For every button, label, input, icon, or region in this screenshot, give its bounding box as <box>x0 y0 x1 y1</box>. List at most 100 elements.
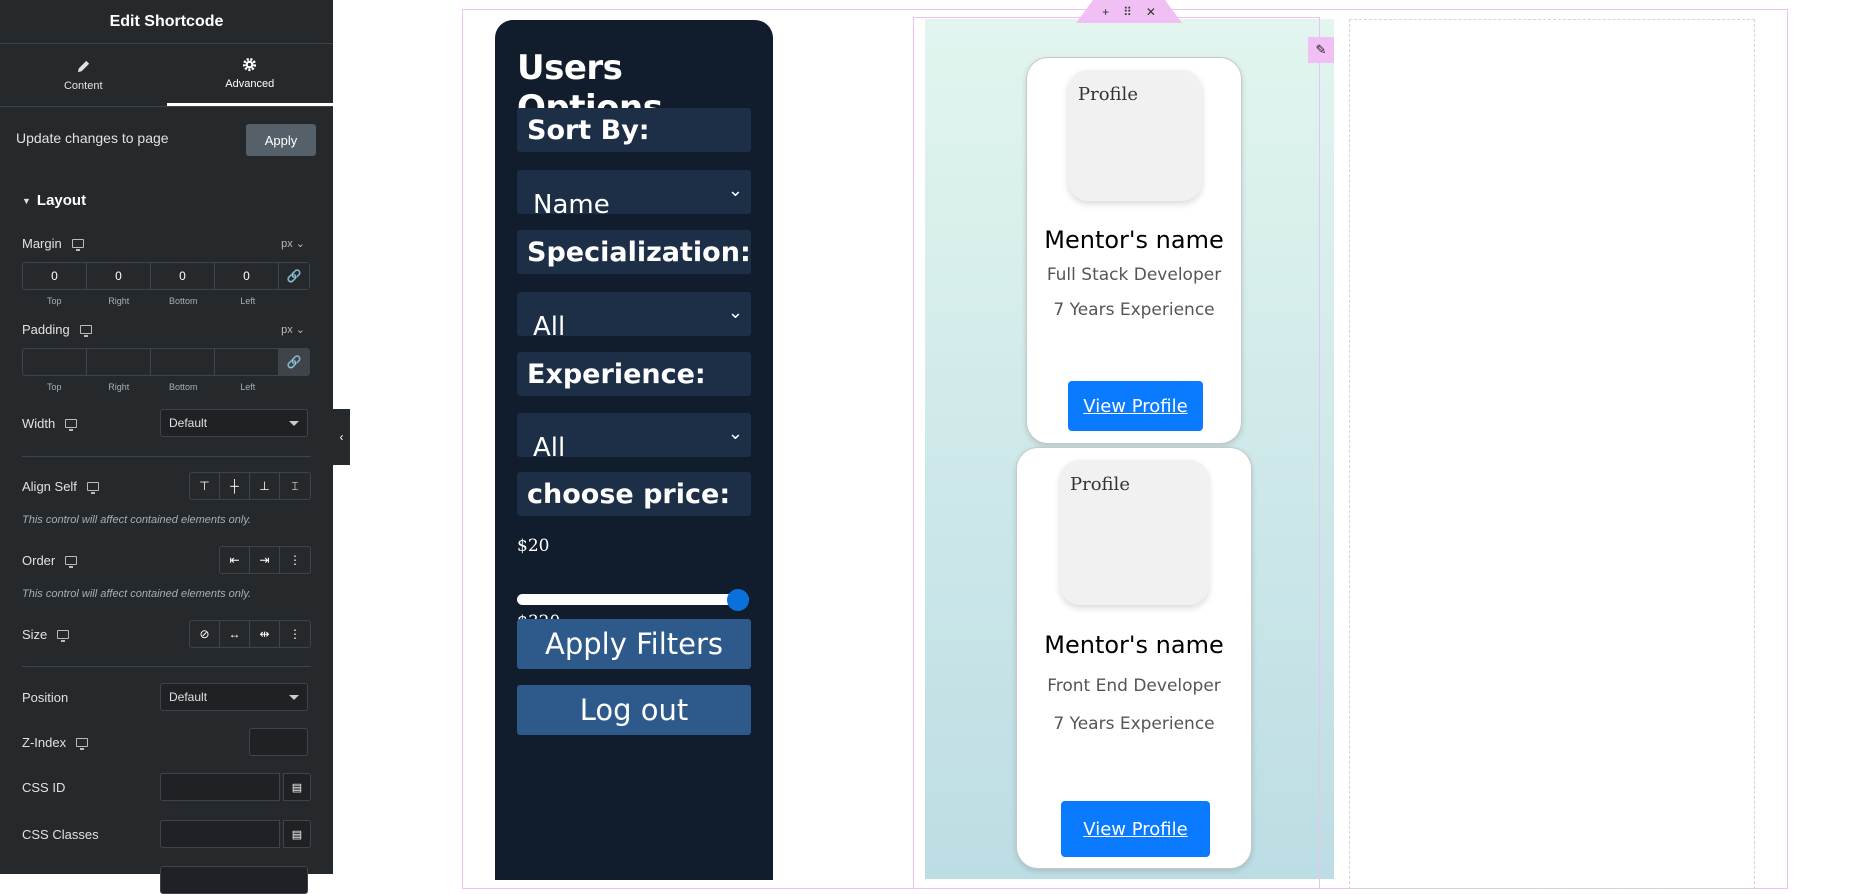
dynamic-tags-icon[interactable]: ▤ <box>283 773 311 801</box>
price-label: choose price: <box>517 472 751 516</box>
desktop-icon[interactable] <box>65 556 78 568</box>
width-select[interactable]: Default <box>160 409 308 437</box>
close-icon[interactable]: ✕ <box>1146 5 1156 19</box>
align-center-icon[interactable]: ┼ <box>220 473 250 499</box>
chevron-left-icon: ‹ <box>339 430 344 444</box>
desktop-icon[interactable] <box>76 738 89 750</box>
order-start-icon[interactable]: ⇤ <box>220 547 250 573</box>
order-end-icon[interactable]: ⇥ <box>250 547 280 573</box>
size-buttons: ⊘ ↔ ⇹ ⋮ <box>189 620 311 648</box>
empty-column[interactable] <box>1349 19 1755 889</box>
more-icon[interactable]: ⋮ <box>280 547 310 573</box>
panel-tabs: Content Advanced <box>0 44 333 107</box>
sublabel-left: Left <box>240 296 256 306</box>
price-slider-thumb[interactable] <box>727 589 749 611</box>
sort-select-value: Name <box>533 190 610 214</box>
tab-advanced-label: Advanced <box>225 78 275 90</box>
divider <box>22 456 311 457</box>
padding-sublabels: Top Right Bottom Left <box>22 382 280 392</box>
margin-left-input[interactable]: 0 <box>215 263 279 289</box>
padding-inputs: 🔗 <box>22 348 310 376</box>
padding-bottom-input[interactable] <box>151 349 215 375</box>
margin-right-input[interactable]: 0 <box>87 263 151 289</box>
selected-column-outline <box>913 17 1320 889</box>
sublabel-right: Right <box>108 296 130 306</box>
zindex-label: Z-Index <box>22 735 67 750</box>
panel-title: Edit Shortcode <box>0 0 333 44</box>
pencil-icon <box>77 60 89 72</box>
experience-select[interactable]: All <box>517 413 751 457</box>
sort-select[interactable]: Name <box>517 170 751 214</box>
margin-unit-select[interactable]: px ⌄ <box>281 237 305 250</box>
apply-button[interactable]: Apply <box>246 124 316 156</box>
spec-select-value: All <box>533 312 566 336</box>
desktop-icon[interactable] <box>65 419 78 431</box>
layout-section-title: Layout <box>36 192 87 209</box>
sublabel-bottom: Bottom <box>168 382 198 392</box>
align-self-buttons: ⊤ ┼ ⊥ ⌶ <box>189 472 311 500</box>
width-label: Width <box>22 416 56 431</box>
gear-icon <box>243 57 257 72</box>
next-field-input[interactable] <box>160 866 308 894</box>
price-slider[interactable] <box>517 589 749 611</box>
desktop-icon[interactable] <box>79 325 92 337</box>
padding-unit: px <box>281 324 293 336</box>
link-icon[interactable]: 🔗 <box>279 263 309 289</box>
edit-pencil-icon[interactable]: ✎ <box>1308 37 1334 63</box>
layout-section-header[interactable]: ▼ Layout <box>22 192 311 209</box>
align-end-icon[interactable]: ⊥ <box>250 473 280 499</box>
element-handle[interactable]: + ⠿ ✕ <box>1076 0 1182 23</box>
padding-unit-select[interactable]: px ⌄ <box>281 323 305 336</box>
css-classes-input[interactable] <box>160 820 280 848</box>
position-select[interactable]: Default <box>160 683 308 711</box>
position-label: Position <box>22 690 69 705</box>
desktop-icon[interactable] <box>57 630 70 642</box>
logout-button[interactable]: Log out <box>517 685 751 735</box>
sublabel-right: Right <box>108 382 130 392</box>
update-text: Update changes to page <box>16 130 169 146</box>
zindex-input[interactable] <box>249 728 308 756</box>
desktop-icon[interactable] <box>71 239 84 251</box>
padding-top-input[interactable] <box>23 349 87 375</box>
tab-content-label: Content <box>63 79 103 92</box>
caret-down-icon: ▼ <box>22 195 31 206</box>
experience-label: Experience: <box>517 352 751 396</box>
css-id-label: CSS ID <box>22 780 66 795</box>
css-id-input[interactable] <box>160 773 280 801</box>
padding-left-input[interactable] <box>215 349 279 375</box>
grow-icon[interactable]: ↔ <box>220 621 250 647</box>
apply-filters-button[interactable]: Apply Filters <box>517 619 751 669</box>
align-stretch-icon[interactable]: ⌶ <box>280 473 310 499</box>
drag-icon[interactable]: ⠿ <box>1123 5 1132 19</box>
filters-panel: Users Options Sort By: Name Specializati… <box>495 20 773 880</box>
editor-panel: Edit Shortcode Content Advanced Update c… <box>0 0 333 894</box>
margin-top-input[interactable]: 0 <box>23 263 87 289</box>
collapse-panel-button[interactable]: ‹ <box>333 409 350 465</box>
divider <box>22 666 311 667</box>
sort-label: Sort By: <box>517 108 751 152</box>
sublabel-left: Left <box>240 382 256 392</box>
size-label: Size <box>22 627 48 642</box>
order-label: Order <box>22 553 56 568</box>
spec-select[interactable]: All <box>517 292 751 336</box>
sublabel-top: Top <box>46 296 62 306</box>
link-icon[interactable]: 🔗 <box>279 349 309 375</box>
sublabel-bottom: Bottom <box>168 296 198 306</box>
dynamic-tags-icon[interactable]: ▤ <box>283 820 311 848</box>
price-min: $20 <box>517 536 550 556</box>
padding-right-input[interactable] <box>87 349 151 375</box>
shrink-icon[interactable]: ⇹ <box>250 621 280 647</box>
tab-advanced[interactable]: Advanced <box>166 44 333 106</box>
more-icon[interactable]: ⋮ <box>280 621 310 647</box>
align-start-icon[interactable]: ⊤ <box>190 473 220 499</box>
tab-content[interactable]: Content <box>0 44 167 106</box>
add-icon[interactable]: + <box>1102 5 1109 19</box>
margin-bottom-input[interactable]: 0 <box>151 263 215 289</box>
padding-label: Padding <box>22 322 70 337</box>
no-size-icon[interactable]: ⊘ <box>190 621 220 647</box>
css-classes-label: CSS Classes <box>22 827 99 842</box>
margin-row: Margin px ⌄ <box>22 236 311 251</box>
desktop-icon[interactable] <box>86 482 99 494</box>
align-self-label: Align Self <box>22 479 77 494</box>
align-self-note: This control will affect contained eleme… <box>22 514 252 526</box>
